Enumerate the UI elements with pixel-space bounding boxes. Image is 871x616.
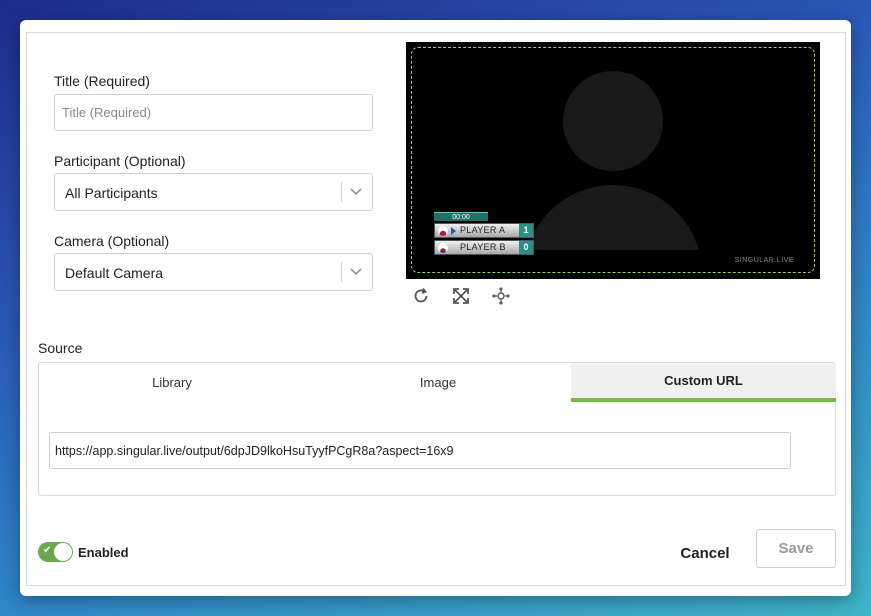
south-korea-flag-icon [438,243,448,253]
serve-indicator-icon [451,227,456,235]
check-icon: ✔ [43,545,52,556]
title-label: Title (Required) [54,73,150,89]
video-preview: 00:00 PLAYER A 1 PLAYER B 0 SINGULAR.LIV… [406,42,820,279]
dialog-body: Title (Required) Participant (Optional) … [26,32,846,586]
watermark: SINGULAR.LIVE [734,257,794,264]
scoreboard-row: PLAYER B 0 [434,240,534,255]
tab-custom-url[interactable]: Custom URL [571,363,836,402]
camera-select-value: Default Camera [65,265,164,281]
source-panel: Library Image Custom URL [38,362,836,496]
participant-select-value: All Participants [65,185,158,201]
save-button[interactable]: Save [756,529,836,568]
player-name: PLAYER A [460,225,506,235]
title-input[interactable] [54,94,373,131]
tab-image[interactable]: Image [305,363,571,402]
chevron-down-icon [350,188,362,196]
camera-select[interactable]: Default Camera [54,253,373,291]
move-icon[interactable] [491,286,511,306]
source-label: Source [38,340,83,356]
refresh-icon[interactable] [411,286,431,306]
player-name: PLAYER B [460,242,506,252]
enabled-toggle[interactable]: ✔ [38,542,73,562]
player-score: 0 [519,241,533,254]
enabled-label: Enabled [78,545,129,560]
scoreboard-timer: 00:00 [434,212,488,221]
player-score: 1 [519,224,533,237]
participant-select[interactable]: All Participants [54,173,373,211]
select-divider [341,262,342,282]
select-divider [341,182,342,202]
scoreboard-row: PLAYER A 1 [434,223,534,238]
fullscreen-icon[interactable] [451,286,471,306]
custom-url-input[interactable] [49,432,791,469]
cancel-button[interactable]: Cancel [665,536,745,570]
chevron-down-icon [350,268,362,276]
camera-label: Camera (Optional) [54,233,170,249]
tab-library[interactable]: Library [39,363,305,402]
participant-label: Participant (Optional) [54,153,186,169]
japan-flag-icon [438,226,448,236]
dialog: Title (Required) Participant (Optional) … [20,20,851,596]
toggle-knob [54,543,72,561]
